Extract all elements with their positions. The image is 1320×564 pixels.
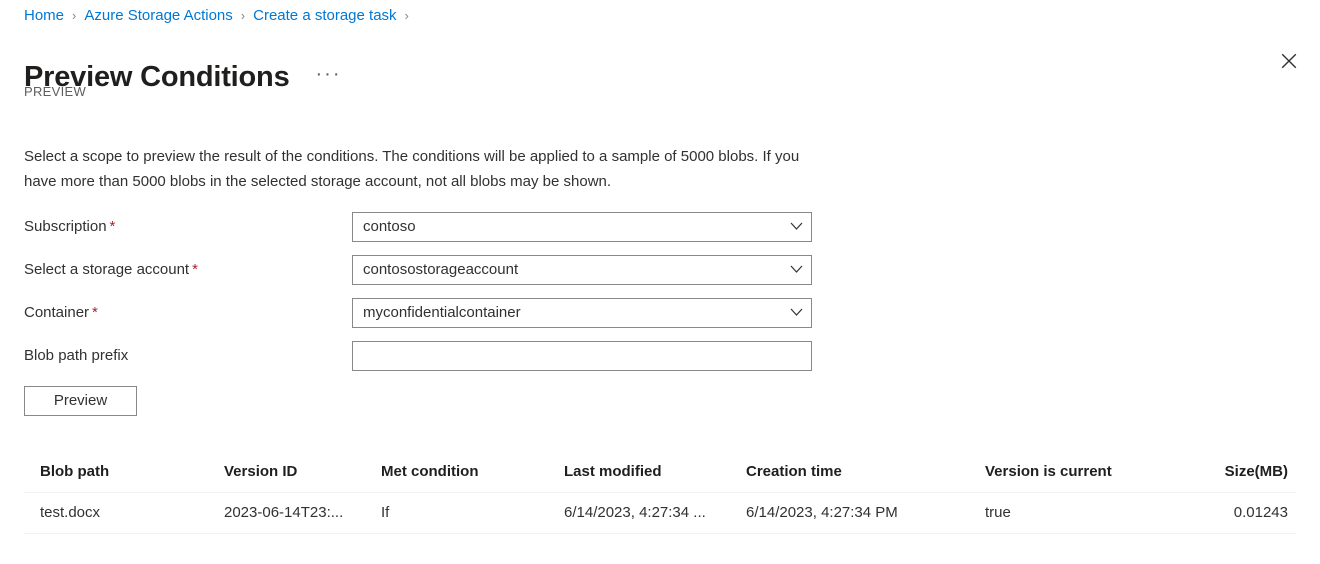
cell-last-modified: 6/14/2023, 4:27:34 ... [564, 504, 706, 521]
page-header: Preview Conditions ··· [24, 40, 345, 115]
description-text: Select a scope to preview the result of … [24, 148, 800, 190]
breadcrumb-item-create-a-storage-task[interactable]: Create a storage task [253, 6, 396, 26]
chevron-down-icon [781, 265, 811, 274]
breadcrumb-separator-icon: › [240, 8, 246, 23]
label-container: Container * [24, 303, 352, 323]
label-subscription: Subscription * [24, 217, 352, 237]
column-header-version-id[interactable]: Version ID [224, 452, 374, 492]
column-header-creation-time[interactable]: Creation time [746, 452, 981, 492]
results-table: Blob path Version ID Met condition Last … [24, 452, 1296, 534]
more-options-icon[interactable]: ··· [312, 62, 346, 92]
column-header-met-condition[interactable]: Met condition [381, 452, 556, 492]
subscription-value: contoso [363, 217, 416, 235]
form-row-container: Container * myconfidentialcontainer [24, 291, 814, 334]
form-row-storage-account: Select a storage account * contosostorage… [24, 248, 814, 291]
close-icon [1281, 53, 1297, 69]
label-blob-path-prefix-text: Blob path prefix [24, 346, 129, 364]
container-value: myconfidentialcontainer [363, 303, 521, 321]
label-storage-account-text: Select a storage account [24, 260, 190, 278]
container-dropdown[interactable]: myconfidentialcontainer [352, 297, 812, 328]
cell-version-id: 2023-06-14T23:... [224, 504, 344, 521]
blob-path-prefix-input[interactable] [352, 340, 812, 371]
column-header-size-mb[interactable]: Size(MB) [1124, 452, 1288, 492]
table-row[interactable]: test.docx 2023-06-14T23:... If 6/14/2023… [24, 493, 1296, 533]
column-header-last-modified[interactable]: Last modified [564, 452, 739, 492]
storage-account-dropdown[interactable]: contosostorageaccount [352, 254, 812, 285]
required-asterisk: * [192, 260, 198, 278]
storage-account-value: contosostorageaccount [363, 260, 519, 278]
breadcrumb-item-azure-storage-actions[interactable]: Azure Storage Actions [84, 6, 232, 26]
label-subscription-text: Subscription [24, 217, 107, 235]
breadcrumb-item-home[interactable]: Home [24, 6, 64, 26]
cell-creation-time: 6/14/2023, 4:27:34 PM [746, 504, 898, 521]
required-asterisk: * [92, 303, 98, 321]
scope-form: Subscription * contoso Select a storage a… [24, 205, 814, 377]
label-storage-account: Select a storage account * [24, 260, 352, 280]
breadcrumb-separator-icon: › [404, 8, 409, 23]
table-header-row: Blob path Version ID Met condition Last … [24, 452, 1296, 492]
form-row-blob-path-prefix: Blob path prefix [24, 334, 814, 377]
label-container-text: Container [24, 303, 90, 321]
form-row-subscription: Subscription * contoso [24, 205, 814, 248]
cell-size-mb: 0.01243 [1233, 504, 1288, 521]
table-row-divider [24, 533, 1296, 534]
cell-met-condition: If [381, 504, 390, 521]
breadcrumb: Home › Azure Storage Actions › Create a … [24, 6, 417, 26]
breadcrumb-separator-icon: › [72, 8, 77, 23]
close-button[interactable] [1272, 44, 1306, 78]
column-header-blob-path[interactable]: Blob path [40, 452, 220, 492]
chevron-down-icon [781, 222, 811, 231]
chevron-down-icon [781, 308, 811, 317]
preview-badge: PREVIEW [24, 84, 87, 99]
preview-button[interactable]: Preview [24, 386, 137, 416]
label-blob-path-prefix: Blob path prefix [24, 346, 352, 366]
required-asterisk: * [109, 217, 116, 235]
subscription-dropdown[interactable]: contoso [352, 211, 812, 242]
cell-blob-path: test.docx [40, 504, 101, 521]
